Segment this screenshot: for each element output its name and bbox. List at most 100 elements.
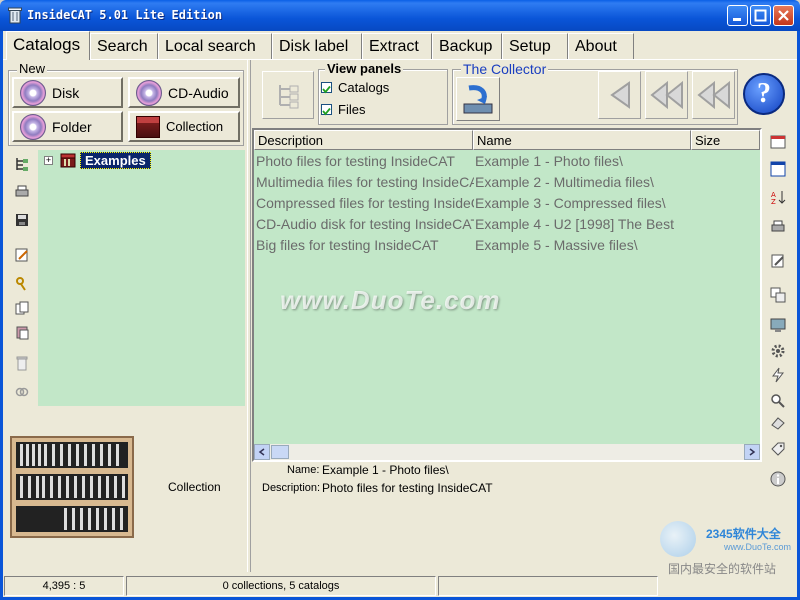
calendar-icon[interactable] — [767, 130, 789, 152]
scroll-thumb[interactable] — [271, 445, 289, 459]
watermark-logo-icon — [660, 521, 696, 557]
column-header-name[interactable]: Name — [473, 130, 691, 150]
watermark-text: www.DuoTe.com — [280, 285, 501, 315]
tree-icon[interactable] — [11, 153, 33, 175]
double-arrow-left-icon — [649, 80, 683, 110]
row-name: Example 5 - Massive files\ — [475, 237, 638, 253]
checkmark-icon — [322, 107, 331, 116]
row-name: Example 1 - Photo files\ — [475, 153, 623, 169]
print-icon[interactable] — [11, 181, 33, 203]
tab-search[interactable]: Search — [90, 33, 158, 59]
tree-view-button[interactable] — [262, 71, 314, 119]
minimize-button[interactable] — [727, 5, 748, 26]
delete-icon[interactable] — [11, 352, 33, 374]
list-row[interactable]: Photo files for testing InsideCAT Exampl… — [256, 151, 758, 172]
list-row[interactable]: Multimedia files for testing InsideCAT E… — [256, 172, 758, 193]
column-header-description[interactable]: Description — [254, 130, 473, 150]
files-checkbox[interactable] — [321, 104, 332, 116]
checkmark-icon — [322, 85, 331, 94]
row-name: Example 2 - Multimedia files\ — [475, 174, 654, 190]
tray-download-icon — [463, 85, 493, 114]
row-description: Compressed files for testing InsideCAT — [256, 195, 474, 211]
new-cd-audio-label: CD-Audio — [168, 84, 229, 101]
tree-item-examples[interactable]: Examples — [80, 152, 151, 169]
magnifier-icon[interactable] — [767, 390, 789, 412]
vertical-splitter[interactable] — [247, 60, 251, 572]
scroll-right-button[interactable] — [744, 444, 760, 460]
new-folder-button[interactable]: Folder — [12, 111, 123, 142]
tab-about[interactable]: About — [568, 33, 634, 59]
watermark-corner-url: www.DuoTe.com — [724, 542, 792, 552]
details-description-label: Description: — [262, 482, 321, 494]
collector-import-button[interactable] — [456, 77, 500, 121]
status-summary: 0 collections, 5 catalogs — [126, 576, 436, 596]
edit-icon[interactable] — [767, 250, 789, 272]
scroll-left-button[interactable] — [254, 444, 270, 460]
arrow-left-icon — [609, 81, 630, 109]
new-disk-button[interactable]: Disk — [12, 77, 123, 108]
collector-back-button[interactable] — [598, 71, 641, 119]
properties-icon[interactable] — [767, 284, 789, 306]
print-icon[interactable] — [767, 216, 789, 238]
expand-toggle[interactable]: + — [44, 156, 53, 165]
columns-icon[interactable] — [767, 158, 789, 180]
horizontal-scrollbar[interactable] — [254, 444, 760, 460]
monitor-icon[interactable] — [767, 314, 789, 336]
new-collection-button[interactable]: Collection — [128, 111, 240, 142]
question-mark-icon: ? — [757, 78, 771, 109]
catalogs-checkbox[interactable] — [321, 82, 332, 94]
gear-icon[interactable] — [767, 340, 789, 362]
close-button[interactable] — [773, 5, 794, 26]
new-folder-label: Folder — [52, 118, 92, 135]
files-checkbox-label[interactable]: Files — [338, 102, 365, 117]
keys-icon[interactable] — [11, 273, 33, 295]
collection-box-icon — [60, 152, 76, 168]
minimize-icon — [733, 18, 741, 21]
list-row[interactable]: Big files for testing InsideCAT Example … — [256, 235, 758, 256]
catalogs-checkbox-label[interactable]: Catalogs — [338, 80, 389, 95]
tab-catalogs[interactable]: Catalogs — [6, 31, 90, 60]
collector-legend: The Collector — [461, 61, 549, 77]
disk-icon — [20, 79, 46, 106]
tab-backup[interactable]: Backup — [432, 33, 502, 59]
chevron-left-icon — [258, 448, 265, 456]
skip-to-start-icon — [696, 80, 730, 110]
status-count: 4,395 : 5 — [4, 576, 124, 596]
tree-structure-icon — [279, 85, 299, 109]
info-icon[interactable] — [767, 468, 789, 490]
list-row[interactable]: Compressed files for testing InsideCAT E… — [256, 193, 758, 214]
edit-icon[interactable] — [11, 244, 33, 266]
tab-setup[interactable]: Setup — [502, 33, 568, 59]
collection-box-icon — [136, 115, 160, 138]
sort-az-icon[interactable]: AZ — [767, 186, 789, 208]
row-description: CD-Audio disk for testing InsideCAT — [256, 216, 474, 232]
lightning-icon[interactable] — [767, 364, 789, 386]
save-icon[interactable] — [11, 209, 33, 231]
new-cd-audio-button[interactable]: CD-Audio — [128, 77, 240, 108]
list-row[interactable]: CD-Audio disk for testing InsideCAT Exam… — [256, 214, 758, 235]
paste-icon[interactable] — [11, 321, 33, 343]
eraser-icon[interactable] — [767, 412, 789, 434]
collector-first-button[interactable] — [692, 71, 735, 119]
tab-disk-label[interactable]: Disk label — [272, 33, 362, 59]
maximize-button[interactable] — [750, 5, 771, 26]
chevron-right-icon — [749, 448, 756, 456]
help-button[interactable]: ? — [743, 73, 785, 115]
copy-icon[interactable] — [11, 297, 33, 319]
tag-icon[interactable] — [767, 438, 789, 460]
title-bar[interactable]: InsideCAT 5.01 Lite Edition — [0, 0, 800, 31]
app-trash-can-icon — [8, 7, 22, 24]
right-toolbar: AZ — [765, 128, 791, 494]
close-icon — [778, 10, 789, 21]
link-icon[interactable] — [11, 381, 33, 403]
details-name-value: Example 1 - Photo files\ — [322, 463, 449, 477]
tab-extract[interactable]: Extract — [362, 33, 432, 59]
new-disk-label: Disk — [52, 84, 80, 101]
watermark-corner-slogan: 国内最安全的软件站 — [668, 562, 777, 576]
window-title: InsideCAT 5.01 Lite Edition — [27, 8, 223, 22]
column-header-size[interactable]: Size — [691, 130, 760, 150]
collector-rewind-button[interactable] — [645, 71, 688, 119]
tree-panel[interactable] — [38, 150, 245, 406]
tab-local-search[interactable]: Local search — [158, 33, 272, 59]
view-panels-legend: View panels — [325, 61, 404, 76]
